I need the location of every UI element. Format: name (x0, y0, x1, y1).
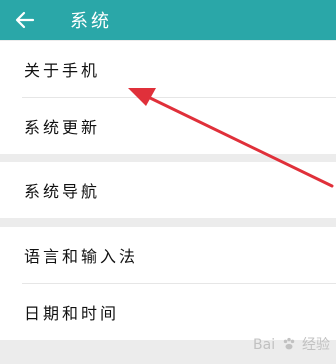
system-navigation-item[interactable]: 系统导航 (0, 162, 336, 218)
about-phone-item[interactable]: 关于手机 (0, 41, 336, 97)
arrow-left-icon (15, 11, 35, 29)
settings-group-3: 语言和输入法 日期和时间 (0, 227, 336, 340)
system-update-item[interactable]: 系统更新 (0, 98, 336, 154)
back-button[interactable] (0, 0, 50, 40)
date-time-item[interactable]: 日期和时间 (0, 284, 336, 340)
settings-group-2: 系统导航 (0, 162, 336, 218)
settings-group-1: 关于手机 系统更新 (0, 41, 336, 154)
top-app-bar: 系统 (0, 0, 336, 40)
language-input-item[interactable]: 语言和输入法 (0, 227, 336, 283)
page-title: 系统 (70, 11, 112, 32)
